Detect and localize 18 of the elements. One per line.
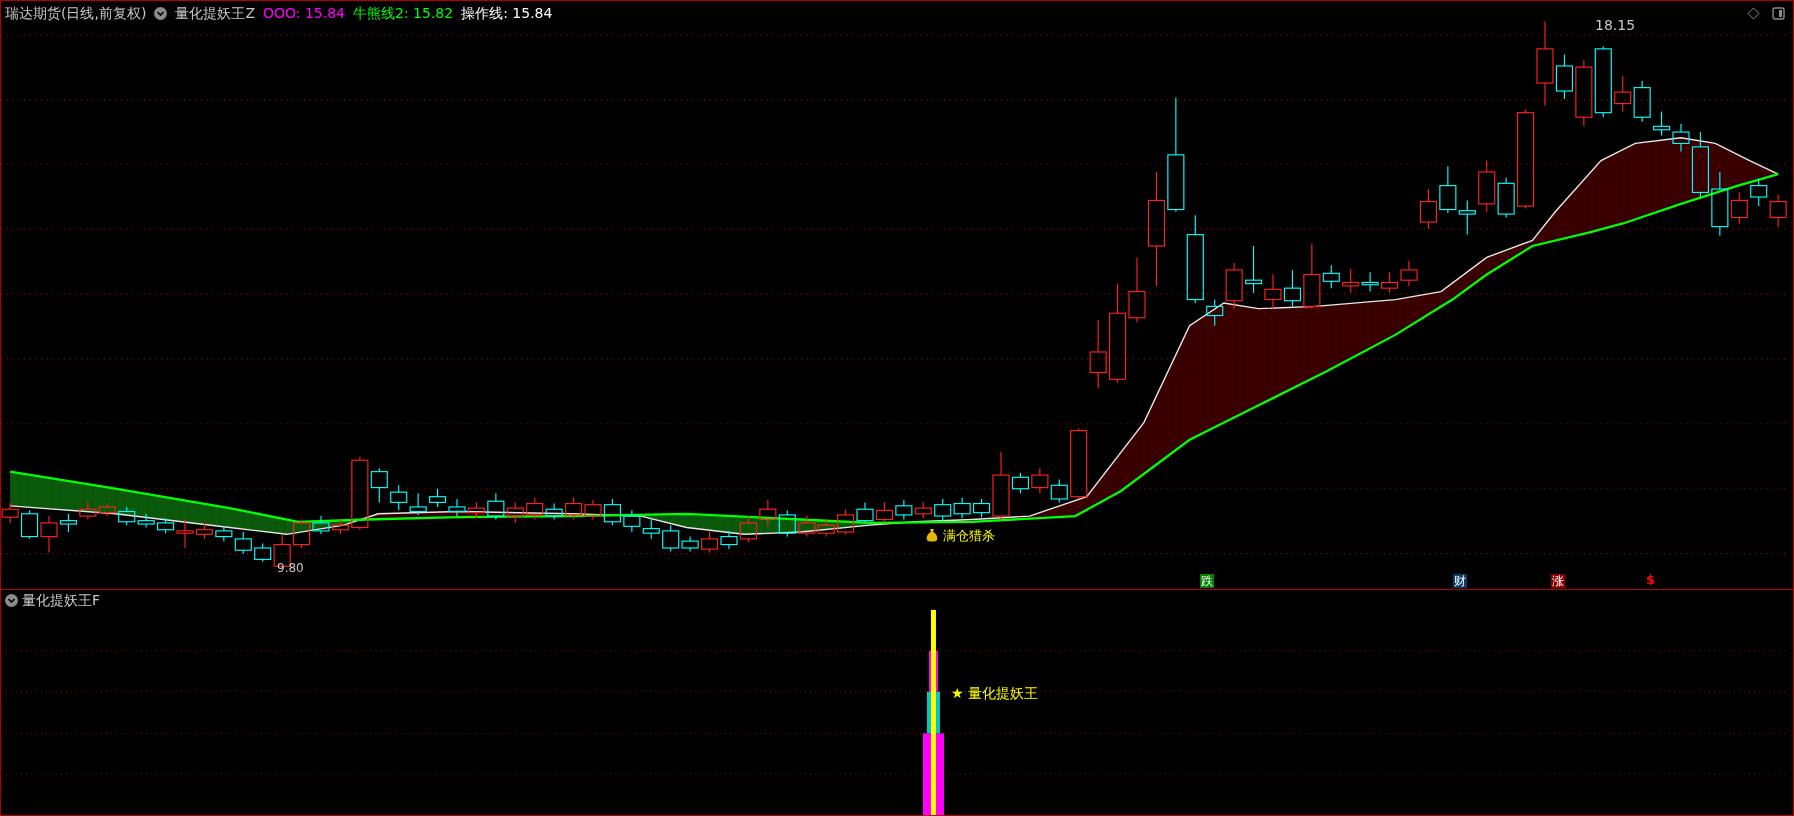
low-price-label: 9.80 xyxy=(277,560,304,577)
panel-toggle-icon[interactable] xyxy=(1772,6,1785,20)
indicator-name: 量化提妖王Z xyxy=(175,3,255,23)
indicator-reading: 牛熊线2: 15.82 xyxy=(353,3,454,23)
signal-label: ★ 量化提妖王 xyxy=(951,684,1038,703)
collapse-icon[interactable] xyxy=(5,593,18,607)
money-bag-icon xyxy=(925,528,939,544)
indicator-reading: 操作线: 15.84 xyxy=(461,3,553,23)
indicator-reading: OOO: 15.84 xyxy=(262,3,346,23)
signal-marker: 跌 xyxy=(1200,574,1214,588)
high-price-label: 18.15 xyxy=(1595,16,1636,35)
signal-label: 满仓猎杀 xyxy=(943,527,995,545)
indicator-name: 量化提妖王F xyxy=(22,590,101,610)
window-title: 瑞达期货(日线,前复权) xyxy=(5,3,147,23)
signal-marker: 财 xyxy=(1453,574,1467,588)
signal-marker: $ xyxy=(1646,572,1656,587)
collapse-icon[interactable] xyxy=(154,6,168,20)
signal-marker: 涨 xyxy=(1551,574,1565,588)
